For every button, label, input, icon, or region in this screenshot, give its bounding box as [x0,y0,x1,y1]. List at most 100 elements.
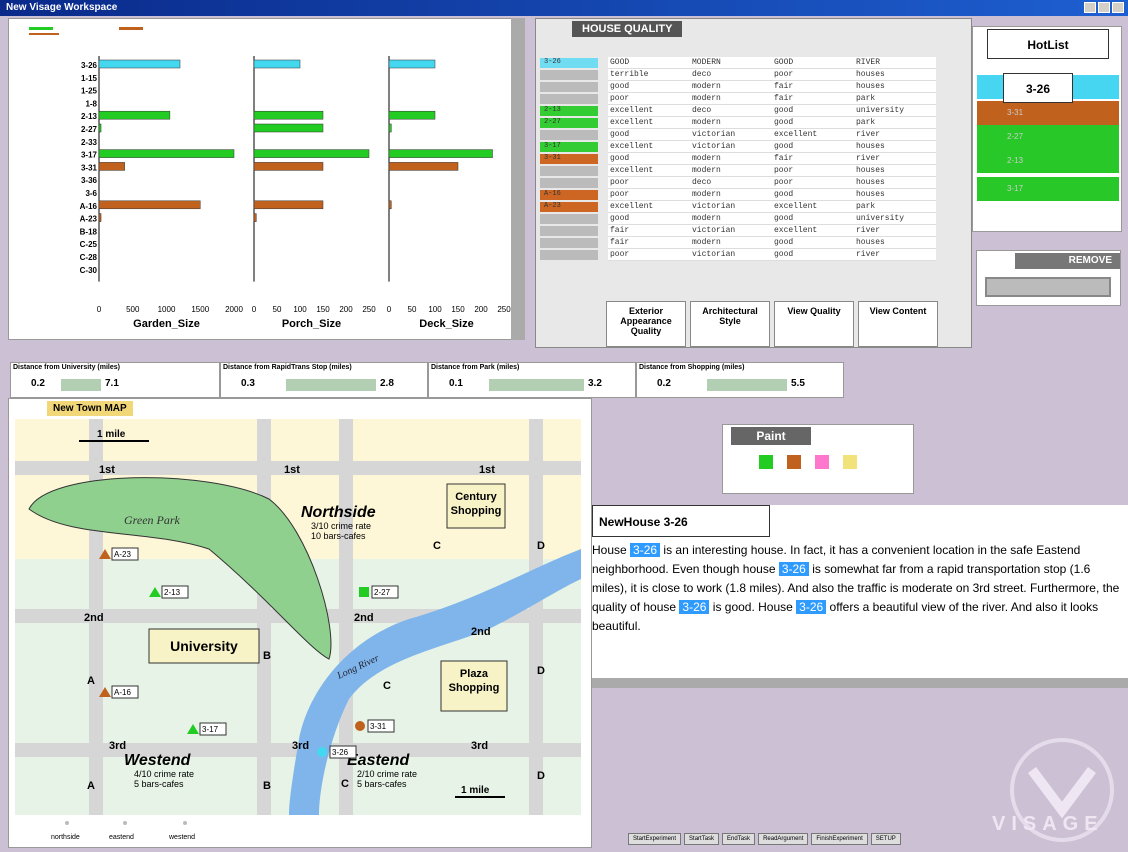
table-cell: excellent [608,165,690,177]
bar[interactable] [98,213,102,222]
tick-label: 100 [293,305,307,314]
column-header[interactable]: View Quality [774,301,854,347]
table-row[interactable]: poor deco poor houses [540,177,936,189]
experiment-button[interactable]: StartExperiment [628,833,682,845]
table-row[interactable]: 2-27 excellent modern good park [540,117,936,129]
table-row[interactable]: poor victorian good river [540,249,936,261]
bar[interactable] [253,149,370,158]
table-cell: houses [854,165,936,177]
minimize-button[interactable] [1084,2,1096,13]
table-row[interactable]: 2-13 excellent deco good university [540,105,936,117]
table-row[interactable]: terrible deco poor houses [540,69,936,81]
table-cell: good [772,141,854,153]
house-label: 3-17 [202,725,219,734]
new-house-description: House 3-26 is an interesting house. In f… [592,543,1120,633]
distance-filter[interactable]: Distance from Shopping (miles) 0.2 5.5 [636,362,844,398]
bar[interactable] [253,123,324,133]
hotlist-item[interactable]: 2-27 [977,125,1119,149]
table-row[interactable]: excellent modern poor houses [540,165,936,177]
bar[interactable] [253,213,257,222]
table-row[interactable]: 3-17 excellent victorian good houses [540,141,936,153]
house-label: 3-31 [370,722,387,731]
table-cell: good [608,213,690,225]
distance-range-bar[interactable] [489,379,584,391]
table-cell: river [854,249,936,261]
bar[interactable] [98,162,125,171]
column-header[interactable]: View Content [858,301,938,347]
bar[interactable] [98,200,201,210]
distance-range-bar[interactable] [286,379,376,391]
column-header[interactable]: Architectural Style [690,301,770,347]
town-map[interactable]: Green ParkLong River1 mile1 mile1st 1st 1s… [9,399,591,847]
bar[interactable] [388,123,392,133]
table-row[interactable]: poor modern fair park [540,93,936,105]
table-row[interactable]: good modern good university [540,213,936,225]
table-row[interactable]: fair modern good houses [540,237,936,249]
distance-range-bar[interactable] [707,379,787,391]
bar[interactable] [253,110,324,120]
distance-filter-label: Distance from RapidTrans Stop (miles) [223,364,352,371]
house-id-badge [540,82,598,92]
house-marker[interactable] [355,721,365,731]
bar[interactable] [253,200,324,210]
distance-filter[interactable]: Distance from University (miles) 0.2 7.1 [10,362,220,398]
experiment-button[interactable]: FinishExperiment [811,833,868,845]
paint-swatch[interactable] [787,455,801,469]
table-cell: deco [690,69,772,81]
experiment-button[interactable]: ReadArgument [758,833,809,845]
distance-range-bar[interactable] [61,379,101,391]
bar[interactable] [98,110,171,120]
table-cell: houses [854,141,936,153]
house-marker[interactable] [359,587,369,597]
table-row[interactable]: 3-31 good modern fair river [540,153,936,165]
paint-swatch[interactable] [843,455,857,469]
table-row[interactable]: A-16 poor modern good houses [540,189,936,201]
bar[interactable] [388,149,493,158]
table-cell: victorian [690,201,772,213]
close-button[interactable] [1112,2,1124,13]
paint-swatch[interactable] [815,455,829,469]
remove-button[interactable] [985,277,1111,297]
bar[interactable] [98,59,181,69]
house-marker[interactable] [317,747,327,757]
table-row[interactable]: 3-26 GOOD MODERN GOOD RIVER [540,57,936,69]
paint-swatch[interactable] [759,455,773,469]
table-row[interactable]: good modern fair houses [540,81,936,93]
bar[interactable] [388,110,436,120]
legend-mark [29,27,53,30]
bar[interactable] [388,162,459,171]
bar-chart-svg: 3-26 1-15 1-25 1-8 2-13 2-27 2-33 3-17 3-31 3-36 3… [29,27,511,330]
table-cell: houses [854,69,936,81]
hotlist-item[interactable]: 3-31 [977,101,1119,125]
hotlist-item[interactable]: 3-17 [977,177,1119,201]
table-cell: good [772,117,854,129]
table-cell: fair [772,81,854,93]
experiment-button[interactable]: StartTask [684,833,720,845]
bar[interactable] [253,59,301,69]
description-scrollbar[interactable] [592,678,1128,688]
table-row[interactable]: good victorian excellent river [540,129,936,141]
distance-filter[interactable]: Distance from Park (miles) 0.1 3.2 [428,362,636,398]
hotlist-item[interactable]: 2-13 [977,149,1119,173]
experiment-button[interactable]: EndTask [722,833,756,845]
row-label: C-28 [80,253,98,262]
maximize-button[interactable] [1098,2,1110,13]
street-label: 3rd [109,740,126,752]
bar-chart-scrollbar[interactable] [511,18,525,340]
tick-label: 200 [474,305,488,314]
bar[interactable] [253,162,324,171]
new-house-title: NewHouse 3-26 [592,505,770,537]
table-row[interactable]: fair victorian excellent river [540,225,936,237]
bar[interactable] [98,123,102,133]
experiment-button[interactable]: SETUP [870,833,901,845]
table-row[interactable]: A-23 excellent victorian excellent park [540,201,936,213]
bar[interactable] [388,200,392,210]
table-cell: poor [608,249,690,261]
column-header[interactable]: Exterior Appearance Quality [606,301,686,347]
house-id-badge: A-16 [540,190,598,200]
bar[interactable] [98,149,235,158]
distance-filter[interactable]: Distance from RapidTrans Stop (miles) 0.3… [220,362,428,398]
table-cell: good [772,213,854,225]
bar[interactable] [388,59,436,69]
hotlist-title: HotList [987,29,1109,59]
